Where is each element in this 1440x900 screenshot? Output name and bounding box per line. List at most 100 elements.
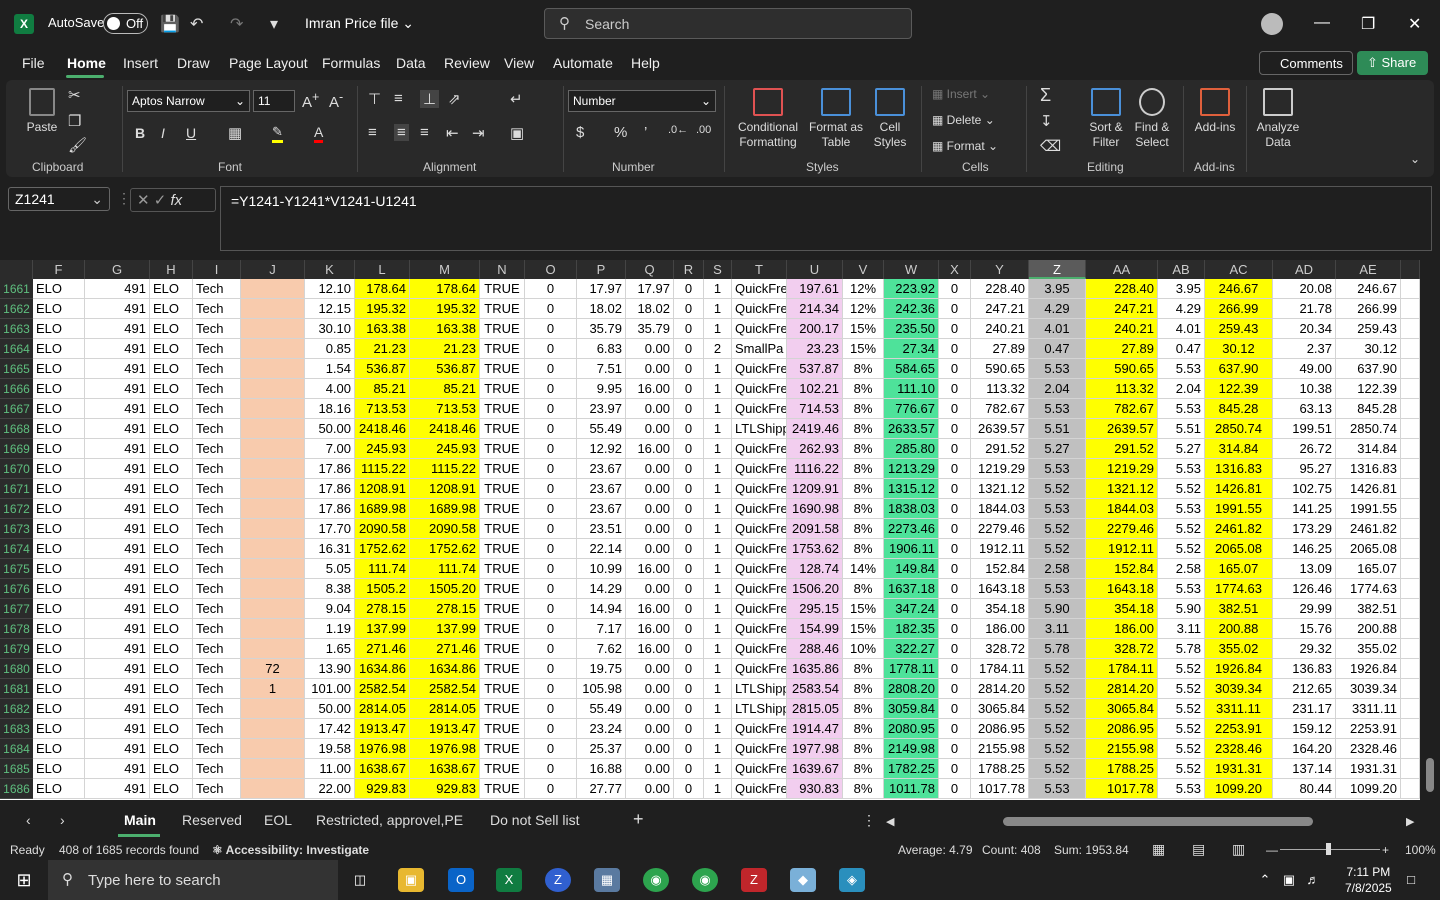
cell[interactable]: 0 — [525, 499, 577, 519]
cell[interactable]: 4.00 — [305, 379, 355, 399]
cell[interactable]: 17.42 — [305, 719, 355, 739]
cell[interactable]: 2814.05 — [355, 699, 410, 719]
cell[interactable]: 8% — [843, 699, 884, 719]
cell[interactable]: Tech — [193, 679, 241, 699]
copy-icon[interactable]: ❐ — [68, 112, 81, 130]
cell[interactable]: ELO — [150, 759, 193, 779]
cell[interactable]: 30.12 — [1336, 339, 1401, 359]
cell[interactable]: 0 — [674, 739, 704, 759]
cell[interactable]: 2808.20 — [884, 679, 939, 699]
vertical-scroll-thumb[interactable] — [1426, 758, 1434, 792]
cell[interactable] — [241, 779, 305, 799]
cell[interactable]: ELO — [33, 579, 85, 599]
cell[interactable]: 9.95 — [577, 379, 626, 399]
cell[interactable]: 0 — [939, 759, 971, 779]
cell[interactable]: 1017.78 — [1086, 779, 1158, 799]
cell[interactable]: 3065.84 — [1086, 699, 1158, 719]
cell[interactable] — [241, 559, 305, 579]
tab-help[interactable]: Help — [631, 55, 660, 71]
cell[interactable]: 29.32 — [1273, 639, 1336, 659]
cell[interactable]: 0 — [939, 319, 971, 339]
cell[interactable]: TRUE — [480, 619, 525, 639]
cell[interactable]: 2.04 — [1158, 379, 1205, 399]
cell[interactable]: ELO — [33, 359, 85, 379]
cell[interactable]: 1 — [704, 579, 732, 599]
cell[interactable] — [241, 619, 305, 639]
cell[interactable] — [241, 459, 305, 479]
row-header[interactable]: 1667 — [0, 399, 33, 419]
cell[interactable]: 2583.54 — [787, 679, 843, 699]
page-layout-view-icon[interactable]: ▤ — [1192, 841, 1205, 858]
notifications-icon[interactable]: □ — [1398, 868, 1424, 892]
cell[interactable]: 845.28 — [1336, 399, 1401, 419]
cell[interactable]: TRUE — [480, 299, 525, 319]
format-painter-icon[interactable]: 🖌 — [68, 136, 87, 154]
cell[interactable]: 5.52 — [1029, 519, 1086, 539]
sort-filter-button[interactable]: Sort & Filter — [1084, 88, 1128, 150]
cell[interactable]: ELO — [150, 539, 193, 559]
cell[interactable]: 15% — [843, 599, 884, 619]
cell[interactable]: 0 — [525, 699, 577, 719]
tab-view[interactable]: View — [504, 55, 534, 71]
cell[interactable]: 128.74 — [787, 559, 843, 579]
cell[interactable]: Tech — [193, 599, 241, 619]
cell[interactable]: 21.23 — [410, 339, 480, 359]
cancel-icon[interactable]: ✕ — [137, 192, 150, 209]
cell[interactable]: 0 — [939, 279, 971, 299]
cell[interactable]: 111.10 — [884, 379, 939, 399]
cell[interactable]: ELO — [150, 419, 193, 439]
cell[interactable]: 0.00 — [626, 419, 674, 439]
save-icon[interactable]: 💾 — [160, 14, 180, 34]
cell[interactable]: 12.10 — [305, 279, 355, 299]
cell[interactable]: 5.52 — [1158, 759, 1205, 779]
cell[interactable]: 5.52 — [1158, 719, 1205, 739]
cell[interactable]: 1 — [241, 679, 305, 699]
cell[interactable]: 2418.46 — [355, 419, 410, 439]
cell[interactable]: ELO — [33, 419, 85, 439]
cell[interactable] — [241, 399, 305, 419]
cell[interactable] — [1401, 499, 1420, 519]
cell[interactable]: 16.00 — [626, 559, 674, 579]
cell[interactable]: 491 — [85, 499, 150, 519]
row-header[interactable]: 1666 — [0, 379, 33, 399]
cell[interactable]: 491 — [85, 739, 150, 759]
cell[interactable]: 1316.83 — [1336, 459, 1401, 479]
cell[interactable]: 2419.46 — [787, 419, 843, 439]
cell[interactable] — [241, 639, 305, 659]
cell[interactable] — [1401, 619, 1420, 639]
cell[interactable]: 1505.20 — [410, 579, 480, 599]
cell[interactable]: ELO — [33, 439, 85, 459]
cell[interactable]: 2 — [704, 339, 732, 359]
cell[interactable]: ELO — [150, 499, 193, 519]
cell[interactable]: 242.36 — [884, 299, 939, 319]
cell[interactable]: Tech — [193, 739, 241, 759]
cell[interactable]: QuickFre — [732, 319, 787, 339]
cell[interactable]: ELO — [33, 699, 85, 719]
cell[interactable]: 5.52 — [1158, 679, 1205, 699]
cell[interactable]: 1 — [704, 479, 732, 499]
cell[interactable]: 235.50 — [884, 319, 939, 339]
cell[interactable]: 247.21 — [1086, 299, 1158, 319]
cell[interactable]: 27.89 — [1086, 339, 1158, 359]
cell[interactable]: 146.25 — [1273, 539, 1336, 559]
cell[interactable]: 228.40 — [971, 279, 1029, 299]
cell[interactable]: 8% — [843, 419, 884, 439]
cell[interactable]: 23.97 — [577, 399, 626, 419]
row-header[interactable]: 1671 — [0, 479, 33, 499]
cell[interactable]: 5.52 — [1158, 519, 1205, 539]
cell[interactable] — [241, 719, 305, 739]
cell[interactable]: 17.86 — [305, 479, 355, 499]
cell[interactable]: QuickFre — [732, 739, 787, 759]
cell[interactable]: QuickFre — [732, 599, 787, 619]
cell[interactable]: 0 — [674, 419, 704, 439]
cell[interactable]: 1.65 — [305, 639, 355, 659]
cell[interactable]: 262.93 — [787, 439, 843, 459]
cell[interactable]: ELO — [33, 479, 85, 499]
row-header[interactable]: 1682 — [0, 699, 33, 719]
column-header-u[interactable]: U — [787, 260, 843, 279]
cell[interactable]: 3.95 — [1029, 279, 1086, 299]
comments-button[interactable]: Comments — [1259, 51, 1353, 75]
cut-icon[interactable]: ✂ — [68, 86, 81, 104]
cell[interactable]: 105.98 — [577, 679, 626, 699]
cell[interactable]: 714.53 — [787, 399, 843, 419]
